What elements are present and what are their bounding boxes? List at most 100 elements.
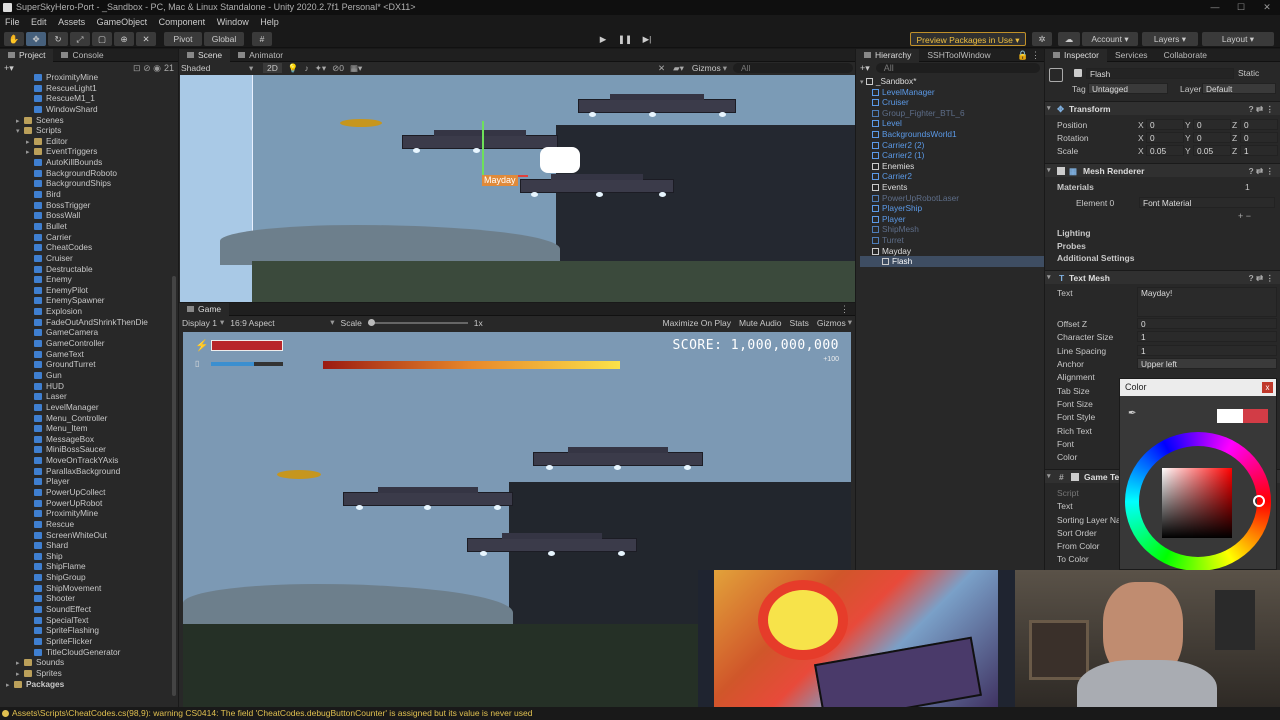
- project-item[interactable]: ShipFlame: [0, 561, 176, 572]
- minimize-icon[interactable]: —: [1202, 0, 1228, 15]
- mesh-renderer-fold-icon[interactable]: ▾: [1047, 164, 1051, 178]
- tab-console[interactable]: Console: [53, 49, 111, 62]
- transform-header[interactable]: ▾ ✥ Transform ? ⇄ ⋮: [1045, 101, 1280, 115]
- hierarchy-item[interactable]: Level: [860, 118, 1044, 129]
- mesh-renderer-header[interactable]: ▾ ▦ Mesh Renderer ? ⇄ ⋮: [1045, 163, 1280, 177]
- position-x-input[interactable]: 0: [1146, 119, 1184, 130]
- static-toggle[interactable]: Static: [1238, 68, 1259, 78]
- hierarchy-menu-icon[interactable]: 🔒 ⋮: [1017, 50, 1040, 61]
- project-item[interactable]: ▾ Scripts: [0, 125, 176, 136]
- scale-x-input[interactable]: 0.05: [1146, 145, 1184, 156]
- close-icon[interactable]: ✕: [1254, 0, 1280, 15]
- hierarchy-item[interactable]: Enemies: [860, 161, 1044, 172]
- tab-animator[interactable]: Animator: [230, 49, 291, 62]
- eyedropper-icon[interactable]: ✒: [1128, 408, 1136, 419]
- game-text-fold-icon[interactable]: ▾: [1047, 470, 1051, 484]
- mesh-renderer-menu-icon[interactable]: ? ⇄ ⋮: [1248, 164, 1274, 178]
- project-item[interactable]: SpecialText: [0, 615, 176, 626]
- mesh-renderer-checkbox[interactable]: [1057, 167, 1065, 175]
- project-item[interactable]: Ship: [0, 551, 176, 562]
- move-tool-button[interactable]: ✥: [26, 32, 46, 46]
- project-item[interactable]: Carrier: [0, 232, 176, 243]
- grid-snap-button[interactable]: #: [252, 32, 272, 46]
- tools-icon[interactable]: ✕: [658, 63, 665, 74]
- project-item[interactable]: ▸ Sounds: [0, 657, 176, 668]
- project-item[interactable]: ProximityMine: [0, 72, 176, 83]
- materials-label[interactable]: Materials: [1057, 181, 1094, 193]
- camera-icon[interactable]: ▰▾: [673, 63, 684, 74]
- menu-file[interactable]: File: [5, 17, 20, 27]
- lighting-foldout[interactable]: Lighting: [1057, 227, 1091, 239]
- hierarchy-item[interactable]: Group_Fighter_BTL_6: [860, 108, 1044, 119]
- project-item[interactable]: ParallaxBackground: [0, 466, 176, 477]
- position-z-input[interactable]: 0: [1240, 119, 1278, 130]
- project-item[interactable]: CheatCodes: [0, 242, 176, 253]
- project-item[interactable]: TitleCloudGenerator: [0, 647, 176, 658]
- mute-audio-toggle[interactable]: Mute Audio: [739, 318, 782, 328]
- tab-sshtoolwindow[interactable]: SSHToolWindow: [919, 49, 998, 62]
- project-item[interactable]: Player: [0, 476, 176, 487]
- scale-z-input[interactable]: 1: [1240, 145, 1278, 156]
- project-item[interactable]: ScreenWhiteOut: [0, 530, 176, 541]
- hierarchy-item[interactable]: Player: [860, 214, 1044, 225]
- transform-menu-icon[interactable]: ? ⇄ ⋮: [1248, 102, 1274, 116]
- project-item[interactable]: ▸ Editor: [0, 136, 176, 147]
- x-axis-label[interactable]: X: [1138, 145, 1144, 157]
- settings-icon[interactable]: ✲: [1032, 32, 1052, 46]
- tab-game[interactable]: Game: [179, 302, 230, 316]
- cloud-icon[interactable]: ☁: [1058, 32, 1080, 46]
- project-item[interactable]: Menu_Controller: [0, 413, 176, 424]
- play-button[interactable]: ▶: [592, 32, 614, 46]
- display-dropdown[interactable]: Display 1: [182, 318, 217, 328]
- y-axis-label[interactable]: Y: [1185, 132, 1191, 144]
- project-item[interactable]: Bullet: [0, 221, 176, 232]
- game-text-checkbox[interactable]: [1071, 473, 1079, 481]
- hierarchy-item[interactable]: PlayerShip: [860, 203, 1044, 214]
- console-status-bar[interactable]: Assets\Scripts\CheatCodes.cs(98,9): warn…: [0, 707, 1280, 720]
- project-item[interactable]: GameText: [0, 349, 176, 360]
- maximize-on-play-toggle[interactable]: Maximize On Play: [663, 318, 732, 328]
- step-button[interactable]: ▶|: [636, 32, 658, 46]
- hierarchy-item[interactable]: Flash: [860, 256, 1044, 267]
- project-item[interactable]: Menu_Item: [0, 423, 176, 434]
- project-item[interactable]: WindowShard: [0, 104, 176, 115]
- y-axis-label[interactable]: Y: [1185, 145, 1191, 157]
- project-item[interactable]: Cruiser: [0, 253, 176, 264]
- project-item[interactable]: Enemy: [0, 274, 176, 285]
- layout-dropdown[interactable]: Layout ▾: [1202, 32, 1274, 46]
- gameobject-name-input[interactable]: Flash: [1086, 68, 1234, 79]
- project-item[interactable]: MiniBossSaucer: [0, 444, 176, 455]
- project-scrollbar[interactable]: [172, 276, 176, 696]
- grid-icon[interactable]: ▦▾: [350, 63, 362, 74]
- line-spacing-input[interactable]: 1: [1137, 345, 1277, 356]
- project-item[interactable]: PowerUpCollect: [0, 487, 176, 498]
- hierarchy-item[interactable]: Turret: [860, 235, 1044, 246]
- game-menu-icon[interactable]: ⋮: [840, 304, 849, 315]
- audio-icon[interactable]: ♪: [304, 63, 308, 73]
- text-mesh-fold-icon[interactable]: ▾: [1047, 271, 1051, 285]
- 2d-toggle[interactable]: 2D: [263, 63, 282, 73]
- aspect-dropdown[interactable]: 16:9 Aspect: [230, 318, 330, 328]
- project-item[interactable]: EnemySpawner: [0, 295, 176, 306]
- project-item[interactable]: ▸ Packages: [0, 679, 176, 690]
- menu-edit[interactable]: Edit: [31, 17, 47, 27]
- hierarchy-item[interactable]: Carrier2 (2): [860, 140, 1044, 151]
- z-axis-label[interactable]: Z: [1232, 119, 1237, 131]
- hand-tool-button[interactable]: ✋: [4, 32, 24, 46]
- project-item[interactable]: RescueM1_1: [0, 93, 176, 104]
- previous-color-swatch[interactable]: [1243, 409, 1268, 423]
- saturation-value-square[interactable]: [1162, 468, 1232, 538]
- project-item[interactable]: SpriteFlicker: [0, 636, 176, 647]
- project-item[interactable]: BackgroundRoboto: [0, 168, 176, 179]
- project-item[interactable]: Laser: [0, 391, 176, 402]
- hierarchy-root[interactable]: ▾ _Sandbox*: [856, 76, 1044, 87]
- character-size-input[interactable]: 1: [1137, 331, 1277, 342]
- project-item[interactable]: GameCamera: [0, 327, 176, 338]
- project-item[interactable]: BackgroundShips: [0, 178, 176, 189]
- gizmos-dropdown[interactable]: Gizmos: [692, 63, 721, 73]
- project-item[interactable]: Shooter: [0, 593, 176, 604]
- tab-scene[interactable]: Scene: [179, 48, 231, 62]
- layers-dropdown[interactable]: Layers ▾: [1142, 32, 1198, 46]
- shading-dropdown[interactable]: Shaded: [181, 63, 249, 73]
- project-item[interactable]: PowerUpRobot: [0, 498, 176, 509]
